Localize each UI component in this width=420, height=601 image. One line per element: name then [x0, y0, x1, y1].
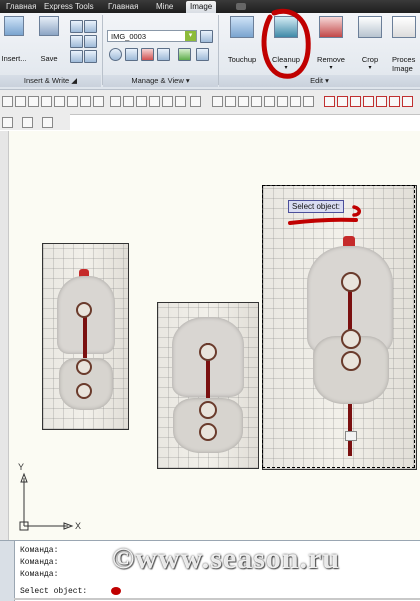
image-settings-icon[interactable]: [84, 50, 97, 63]
tool-icon[interactable]: [190, 96, 201, 107]
command-line-handle[interactable]: [0, 541, 15, 601]
axis-x-label: X: [75, 521, 82, 531]
insert-button[interactable]: Insert...: [0, 16, 28, 63]
axis-y-label: Y: [18, 462, 25, 472]
touchup-icon: [230, 16, 254, 38]
tool-icon[interactable]: [2, 96, 13, 107]
image-name-value: IMG_0003: [111, 32, 147, 41]
remove-icon: [319, 16, 343, 38]
tool-icon[interactable]: [136, 96, 147, 107]
image-label: Image: [392, 64, 413, 73]
chevron-down-icon: ▾: [368, 65, 372, 71]
ribbon: Insert... Save Insert & Write ◢ IMG_0003…: [0, 8, 420, 90]
tool-icon[interactable]: [67, 96, 78, 107]
image-hide-icon[interactable]: [157, 48, 170, 61]
tool-icon[interactable]: [251, 96, 262, 107]
drawing-toolbar: [0, 90, 420, 115]
tool-icon[interactable]: [28, 96, 39, 107]
image-layers-icon[interactable]: [70, 35, 83, 48]
image-delete-icon[interactable]: [141, 48, 154, 61]
draw-polyline-icon[interactable]: [337, 96, 348, 107]
canvas-left-margin: [0, 131, 9, 540]
tab-mine[interactable]: Mine: [152, 1, 177, 13]
tool-icon[interactable]: [110, 96, 121, 107]
command-history-line: Команда:: [20, 546, 59, 555]
draw-arc-icon[interactable]: [350, 96, 361, 107]
red-underline-annotation: [288, 205, 361, 225]
image-list-icon[interactable]: [200, 30, 213, 43]
mannequin-photo-2[interactable]: [157, 302, 259, 469]
red-circle-annotation: [261, 8, 311, 79]
save-button[interactable]: Save: [34, 16, 64, 63]
process-image-icon: [392, 16, 416, 38]
tab-express-tools[interactable]: Express Tools: [40, 1, 98, 13]
watermark: ©www.season.ru: [112, 542, 341, 575]
tool-icon[interactable]: [54, 96, 65, 107]
tab-home[interactable]: Главная: [2, 1, 40, 13]
image-select-combo[interactable]: IMG_0003 ▾: [107, 30, 197, 42]
command-history-line: Команда:: [20, 558, 59, 567]
tool-icon[interactable]: [277, 96, 288, 107]
tab-image[interactable]: Image: [186, 1, 217, 13]
tool-icon[interactable]: [175, 96, 186, 107]
process-image-button[interactable]: Proces Image: [392, 16, 420, 73]
image-properties-icon[interactable]: [70, 20, 83, 33]
tool-icon[interactable]: [264, 96, 275, 107]
save-icon: [39, 16, 59, 36]
insert-label: Insert...: [1, 54, 27, 63]
image-info-icon[interactable]: [84, 20, 97, 33]
draw-circle-icon[interactable]: [376, 96, 387, 107]
zoom-icon[interactable]: [109, 48, 122, 61]
tool-icon[interactable]: [149, 96, 160, 107]
command-history-line: Команда:: [20, 570, 59, 579]
tool-icon[interactable]: [303, 96, 314, 107]
red-dot-annotation: [111, 587, 121, 595]
panel-title-edit: Edit ▾: [219, 75, 420, 87]
crop-icon: [358, 16, 382, 38]
crop-label: Crop: [361, 55, 379, 64]
tool-icon[interactable]: [290, 96, 301, 107]
tool-icon[interactable]: [162, 96, 173, 107]
remove-button[interactable]: Remove ▾: [312, 16, 350, 71]
tool-icon[interactable]: [93, 96, 104, 107]
tool-icon[interactable]: [212, 96, 223, 107]
save-label: Save: [40, 54, 58, 63]
tool-icon[interactable]: [123, 96, 134, 107]
ribbon-tab-bar: Главная Express Tools Главная Mine Image: [0, 0, 420, 13]
draw-spline-icon[interactable]: [363, 96, 374, 107]
draw-ellipse-icon[interactable]: [402, 96, 413, 107]
image-view-icon[interactable]: [125, 48, 138, 61]
panel-title-manage-view: Manage & View ▾: [103, 75, 218, 87]
command-prompt[interactable]: Select object:: [20, 586, 87, 597]
remove-label: Remove: [317, 55, 345, 64]
process-label: Proces: [392, 55, 416, 64]
chevron-down-icon: ▾: [329, 65, 333, 71]
tool-icon[interactable]: [225, 96, 236, 107]
redo-icon[interactable]: [42, 117, 53, 128]
chevron-down-icon[interactable]: ▾: [185, 31, 196, 41]
panel-title-insert-write: Insert & Write ◢: [0, 75, 101, 87]
image-new-icon[interactable]: [178, 48, 191, 61]
tool-icon[interactable]: [80, 96, 91, 107]
minimize-ribbon-icon[interactable]: [236, 3, 246, 10]
crop-button[interactable]: Crop ▾: [354, 16, 386, 71]
secondary-toolbar: [0, 114, 70, 130]
tool-icon[interactable]: [238, 96, 249, 107]
mannequin-photo-1[interactable]: [42, 243, 129, 430]
tab-home-2[interactable]: Главная: [104, 1, 142, 13]
tool-icon[interactable]: [41, 96, 52, 107]
insert-image-icon: [4, 16, 24, 36]
tool-icon[interactable]: [15, 96, 26, 107]
draw-rectangle-icon[interactable]: [389, 96, 400, 107]
undo-icon[interactable]: [2, 117, 13, 128]
image-print-icon[interactable]: [196, 48, 209, 61]
image-export-icon[interactable]: [70, 50, 83, 63]
help-icon[interactable]: [22, 117, 33, 128]
draw-line-icon[interactable]: [324, 96, 335, 107]
image-frame-icon[interactable]: [84, 35, 97, 48]
